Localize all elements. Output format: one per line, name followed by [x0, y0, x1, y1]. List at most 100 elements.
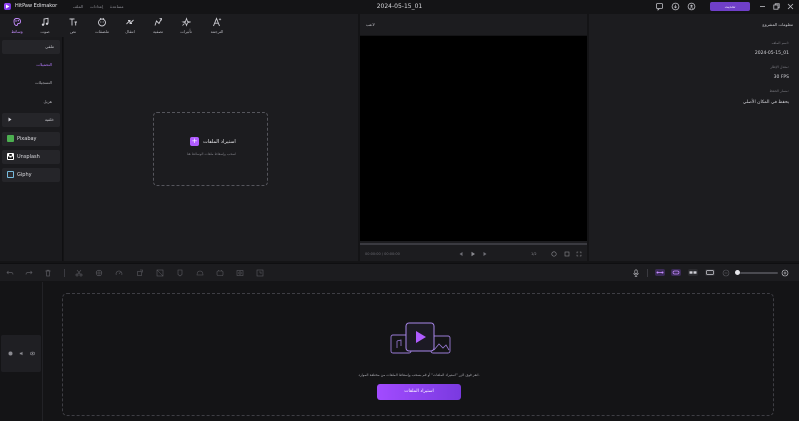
play-icon[interactable]: [470, 251, 476, 257]
marker-icon[interactable]: [176, 269, 184, 277]
preview-quality-select[interactable]: 1/2: [531, 252, 537, 256]
source-label: Giphy: [17, 172, 32, 178]
crop-icon[interactable]: [95, 269, 103, 277]
giphy-icon: [7, 171, 14, 178]
seek-bar[interactable]: [360, 243, 587, 245]
translate-icon: [212, 17, 222, 27]
unsplash-icon: [7, 153, 14, 160]
settings-icon[interactable]: [564, 251, 570, 257]
media-toolbar: وسائط صوت نص ملصقات انتقال تصفية تأثيرات…: [0, 14, 358, 37]
timeline-toolbar: [0, 263, 799, 281]
tool-filter[interactable]: تصفية: [145, 15, 171, 36]
tool-transition[interactable]: انتقال: [117, 15, 143, 36]
source-unsplash[interactable]: Unsplash: [2, 150, 60, 164]
project-info-panel: معلومات المشروع اسم الملف: 2024-05-15_01…: [589, 14, 799, 261]
mask-icon[interactable]: [196, 269, 204, 277]
audio-track-icon[interactable]: [705, 269, 715, 276]
magnet-toggle-icon[interactable]: [671, 269, 681, 276]
text-icon: [68, 17, 78, 27]
title-bar: HitPaw Edimakor الملف إعدادات مساعدة 202…: [0, 0, 799, 13]
sidebar-item-recordings[interactable]: التسجيلات: [35, 80, 52, 85]
frame-rate-label: معدل الإطار:: [770, 65, 789, 69]
freeze-frame-icon[interactable]: [156, 269, 164, 277]
track-header: [1, 335, 41, 372]
import-files-button[interactable]: استيراد الملفات: [377, 384, 461, 400]
timeline-drop-zone[interactable]: انقر فوق الزر "استيراد الملفات" أو قم بس…: [62, 293, 774, 416]
player-controls: 00:00:00 / 00:00:00 1/2: [360, 241, 587, 261]
close-icon[interactable]: [786, 2, 795, 11]
feedback-icon[interactable]: [655, 2, 664, 11]
project-title[interactable]: 2024-05-15_01: [377, 3, 423, 10]
media-illustration-icon: [390, 322, 451, 354]
export-frame-icon[interactable]: [256, 269, 264, 277]
next-frame-icon[interactable]: [482, 251, 488, 257]
import-files-label[interactable]: استيراد الملفات: [203, 139, 236, 145]
app-name: HitPaw Edimakor: [15, 3, 58, 9]
source-giphy[interactable]: Giphy: [2, 168, 60, 182]
source-pixabay[interactable]: Pixabay: [2, 132, 60, 146]
menu-help[interactable]: مساعدة: [110, 4, 124, 9]
screenshot-icon[interactable]: [236, 269, 244, 277]
snap-toggle-icon[interactable]: [655, 269, 665, 276]
split-icon[interactable]: [75, 269, 83, 277]
tool-media[interactable]: وسائط: [4, 15, 30, 36]
section-my-files[interactable]: ملفي: [2, 40, 60, 54]
zoom-slider-handle[interactable]: [735, 270, 740, 275]
source-label: Unsplash: [17, 154, 40, 160]
track-mute-icon[interactable]: [19, 351, 24, 356]
tool-text[interactable]: نص: [60, 15, 86, 36]
add-icon[interactable]: +: [190, 137, 199, 146]
delete-icon[interactable]: [44, 269, 52, 277]
pixabay-icon: [7, 135, 14, 142]
fullscreen-icon[interactable]: [576, 251, 582, 257]
undo-icon[interactable]: [6, 269, 14, 277]
player-preview[interactable]: [360, 36, 587, 241]
zoom-slider[interactable]: [740, 272, 778, 274]
redo-icon[interactable]: [25, 269, 33, 277]
restore-icon[interactable]: [772, 2, 781, 11]
menu-file[interactable]: الملف: [73, 4, 83, 9]
microphone-icon[interactable]: [632, 269, 640, 277]
sidebar-item-third[interactable]: هزيل: [44, 99, 52, 104]
link-toggle-icon[interactable]: [688, 269, 698, 276]
tool-audio[interactable]: صوت: [32, 15, 58, 36]
zoom-in-icon[interactable]: [781, 269, 789, 277]
minimize-icon[interactable]: [758, 2, 767, 11]
toolbar-divider: [64, 269, 65, 277]
snapshot-icon[interactable]: [551, 251, 557, 257]
timecode: 00:00:00 / 00:00:00: [365, 252, 400, 256]
sidebar-item-uploads[interactable]: التحميلات: [36, 62, 52, 67]
upgrade-label: تحديث: [724, 4, 736, 9]
import-drop-area[interactable]: + استيراد الملفات اسحب وإسقاط ملفات الوس…: [153, 112, 268, 186]
tool-stickers[interactable]: ملصقات: [89, 15, 115, 36]
tool-effects[interactable]: تأثيرات: [173, 15, 199, 36]
player-title: لاعب: [366, 22, 375, 27]
tool-label: تصفية: [153, 29, 163, 34]
speed-icon[interactable]: [115, 269, 123, 277]
sticker-icon: [97, 17, 107, 27]
tool-label: انتقال: [125, 29, 135, 34]
account-icon[interactable]: [687, 2, 696, 11]
zoom-out-icon[interactable]: [722, 269, 730, 277]
import-hint: اسحب وإسقاط ملفات الوسائط هنا: [186, 152, 237, 156]
download-icon[interactable]: [671, 2, 680, 11]
effects-icon: [181, 17, 191, 27]
upgrade-button[interactable]: تحديث: [710, 2, 750, 11]
frame-rate-value: 30 FPS: [773, 75, 789, 80]
section-label: ملفي: [45, 44, 54, 49]
tool-label: نص: [69, 29, 76, 34]
menu-settings[interactable]: إعدادات: [90, 4, 103, 9]
project-name-value: 2024-05-15_01: [754, 51, 789, 56]
tool-translate[interactable]: الترجمة: [204, 15, 230, 36]
track-visibility-icon[interactable]: [8, 351, 13, 356]
save-location-value: يحفظ في المكان الأصلي: [742, 100, 789, 105]
prev-frame-icon[interactable]: [458, 251, 464, 257]
section-background[interactable]: خلفية: [2, 113, 60, 127]
media-icon: [12, 17, 22, 27]
toolbar-divider: [647, 269, 648, 277]
track-lock-icon[interactable]: [30, 351, 35, 356]
project-name-label: اسم الملف:: [771, 41, 789, 45]
color-icon[interactable]: [216, 269, 224, 277]
tool-label: وسائط: [11, 29, 23, 34]
rotate-icon[interactable]: [136, 269, 144, 277]
